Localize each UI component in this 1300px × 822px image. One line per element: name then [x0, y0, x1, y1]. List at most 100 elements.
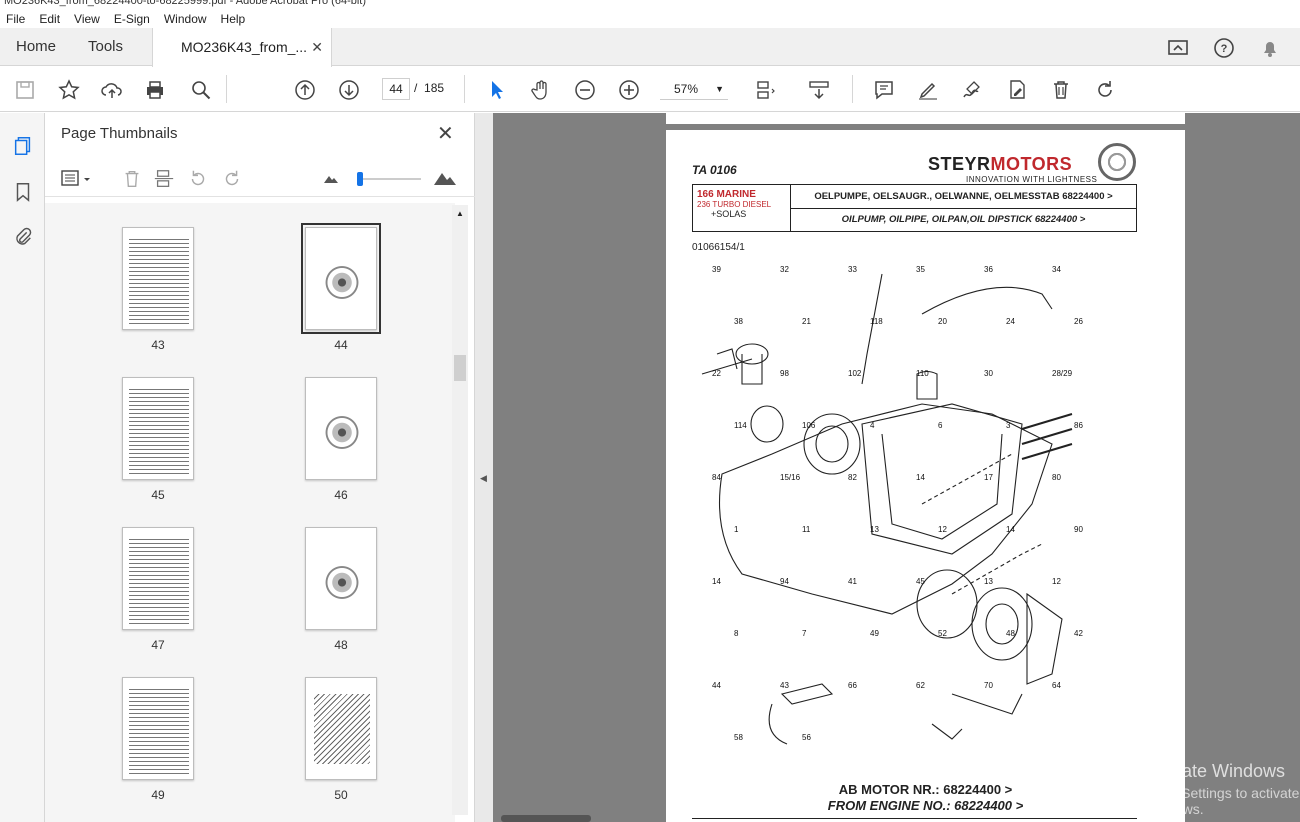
menu-file[interactable]: File: [6, 12, 25, 26]
rotate-counterclockwise-icon[interactable]: [187, 168, 209, 190]
callout-label: 38: [734, 317, 743, 326]
previous-page-icon[interactable]: [293, 78, 317, 102]
previous-page-edge: [666, 113, 1185, 124]
thumbnail-page-43[interactable]: [122, 227, 194, 330]
footer-english: FROM ENGINE NO.: 68224400 >: [827, 798, 1024, 813]
thumbnail-page-50[interactable]: [305, 677, 377, 780]
activate-windows-watermark: Activate Windows: [1143, 761, 1286, 781]
close-panel-icon[interactable]: ✕: [437, 121, 454, 146]
edit-pdf-icon[interactable]: [1005, 78, 1029, 102]
menu-window[interactable]: Window: [164, 12, 207, 26]
thumbnail-label: 43: [151, 338, 165, 352]
page-fit-icon[interactable]: [752, 78, 776, 102]
rotate-redo-icon[interactable]: [1093, 78, 1117, 102]
callout-label: 28/29: [1052, 369, 1073, 378]
help-icon[interactable]: ?: [1212, 36, 1236, 60]
thumbnail-page-47[interactable]: [122, 527, 194, 630]
title-english: OILPUMP, OILPIPE, OILPAN,OIL DIPSTICK 68…: [841, 214, 1086, 225]
slider-handle[interactable]: [357, 172, 363, 186]
left-navigation-rail: [0, 113, 45, 822]
bookmark-star-icon[interactable]: [57, 78, 81, 102]
small-thumbnails-icon[interactable]: [323, 172, 339, 184]
close-tab-icon[interactable]: ✕: [311, 28, 323, 66]
menu-edit[interactable]: Edit: [39, 12, 60, 26]
print-icon[interactable]: [143, 78, 167, 102]
scroll-mode-icon[interactable]: [807, 78, 831, 102]
scrollbar-thumb[interactable]: [454, 355, 466, 381]
callout-label: 114: [734, 421, 747, 430]
thumbnail-page-46[interactable]: [305, 377, 377, 480]
thumbnail-size-slider[interactable]: [357, 172, 421, 186]
thumbnail-page-45[interactable]: [122, 377, 194, 480]
delete-page-icon[interactable]: [121, 168, 143, 190]
tab-tools[interactable]: Tools: [88, 28, 123, 66]
rotate-clockwise-icon[interactable]: [221, 168, 243, 190]
document-viewer[interactable]: TA 0106 STEYRMOTORS INNOVATION WITH LIGH…: [493, 113, 1300, 822]
callout-label: 21: [802, 317, 811, 326]
next-page-icon[interactable]: [337, 78, 361, 102]
page-number-input[interactable]: 44: [382, 78, 410, 100]
share-screen-icon[interactable]: [1166, 36, 1190, 60]
callout-label: 102: [848, 369, 862, 378]
insert-page-icon[interactable]: [153, 168, 175, 190]
page-thumbnails-panel: Page Thumbnails ✕ 43 44 45 46 47 48 49 5…: [45, 113, 475, 822]
collapse-panel-icon[interactable]: ◀: [480, 473, 487, 484]
callout-label: 20: [938, 317, 947, 326]
large-thumbnails-icon[interactable]: [433, 168, 457, 186]
brand-slogan: INNOVATION WITH LIGHTNESS: [966, 175, 1098, 184]
select-cursor-icon[interactable]: [485, 78, 509, 102]
callout-label: 35: [916, 265, 925, 274]
tab-bar: Home Tools MO236K43_from_... ✕ ?: [0, 28, 1300, 67]
callout-label: 24: [1006, 317, 1015, 326]
title-box: 166 MARINE 236 TURBO DIESEL +SOLAS OELPU…: [692, 184, 1137, 232]
upload-cloud-icon[interactable]: [100, 78, 124, 102]
callout-label: 14: [916, 473, 925, 482]
zoom-search-icon[interactable]: [189, 78, 213, 102]
menu-view[interactable]: View: [74, 12, 100, 26]
callout-label: 41: [848, 577, 857, 586]
scroll-up-icon[interactable]: ▲: [456, 209, 464, 218]
thumbnail-scrollbar[interactable]: ▲: [452, 205, 468, 815]
callout-label: 52: [938, 629, 947, 638]
callout-label: 4: [870, 421, 875, 430]
comment-icon[interactable]: [872, 78, 896, 102]
main-toolbar: 44 / 185 57% ▼: [0, 67, 1300, 112]
notifications-bell-icon[interactable]: [1258, 36, 1282, 60]
callout-label: 3: [1006, 421, 1011, 430]
callout-label: 12: [1052, 577, 1061, 586]
callout-label: 49: [870, 629, 879, 638]
callout-label: 66: [848, 681, 857, 690]
thumbnail-label: 47: [151, 638, 165, 652]
attachments-paperclip-icon[interactable]: [12, 226, 34, 248]
tab-home[interactable]: Home: [16, 28, 56, 66]
callout-label: 118: [870, 317, 883, 326]
callout-label: 36: [984, 265, 993, 274]
menu-esign[interactable]: E-Sign: [114, 12, 150, 26]
save-icon[interactable]: [13, 78, 37, 102]
panel-splitter[interactable]: ◀: [475, 113, 493, 822]
thumbnail-page-49[interactable]: [122, 677, 194, 780]
menu-help[interactable]: Help: [221, 12, 246, 26]
callout-label: 82: [848, 473, 857, 482]
hand-pan-icon[interactable]: [529, 78, 553, 102]
bookmarks-icon[interactable]: [12, 181, 34, 203]
options-menu-icon[interactable]: [61, 168, 93, 190]
callout-label: 14: [712, 577, 721, 586]
viewer-horizontal-scrollbar[interactable]: [501, 815, 591, 822]
highlight-pen-icon[interactable]: [916, 78, 940, 102]
zoom-out-icon[interactable]: [573, 78, 597, 102]
thumbnail-page-44[interactable]: [301, 223, 381, 334]
svg-text:?: ?: [1221, 43, 1228, 55]
page-thumbnails-icon[interactable]: [12, 135, 34, 157]
brand-seal-icon: [1098, 143, 1136, 181]
pdf-page: TA 0106 STEYRMOTORS INNOVATION WITH LIGH…: [666, 130, 1185, 822]
callout-label: 13: [984, 577, 993, 586]
tab-document[interactable]: MO236K43_from_... ✕: [152, 28, 332, 67]
draw-freehand-icon[interactable]: [960, 78, 984, 102]
zoom-in-icon[interactable]: [617, 78, 641, 102]
delete-trash-icon[interactable]: [1049, 78, 1073, 102]
page-total: / 185: [414, 81, 445, 95]
callout-label: 8: [734, 629, 739, 638]
zoom-level-dropdown[interactable]: 57% ▼: [660, 78, 728, 100]
thumbnail-page-48[interactable]: [305, 527, 377, 630]
